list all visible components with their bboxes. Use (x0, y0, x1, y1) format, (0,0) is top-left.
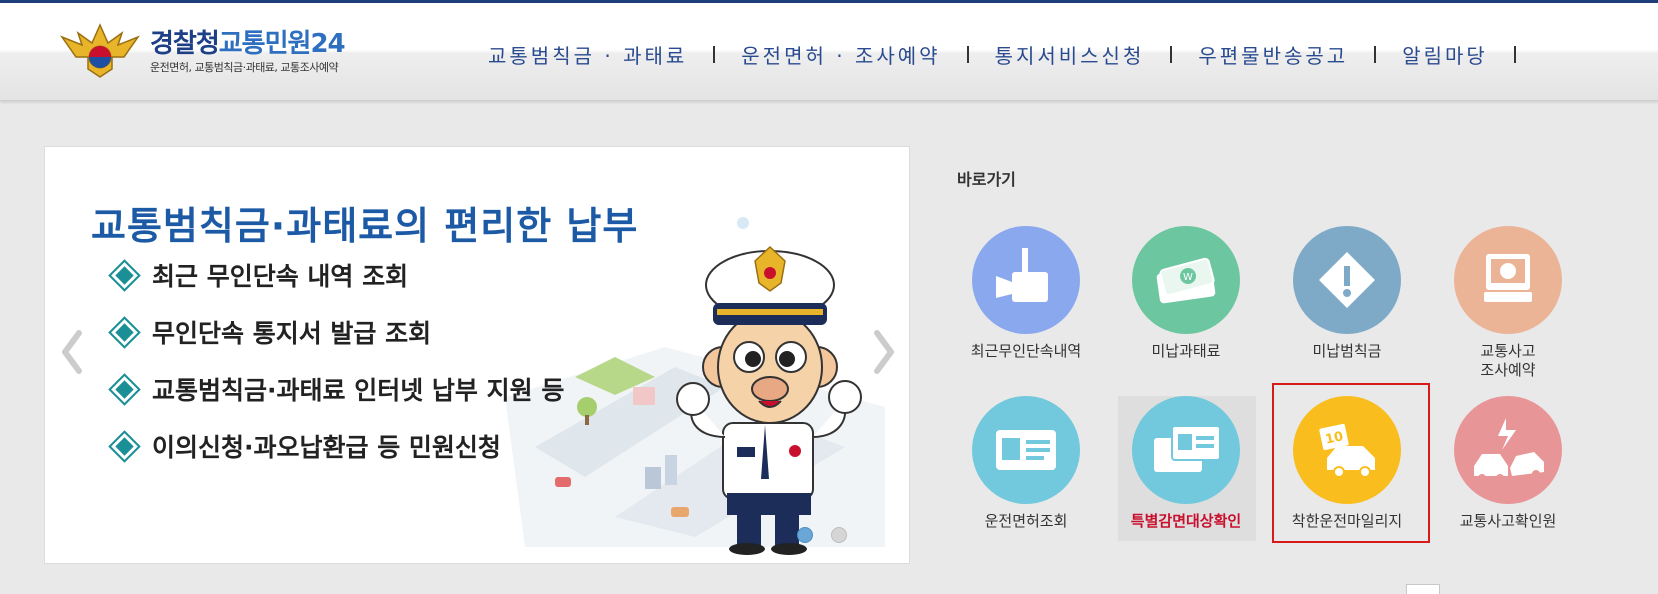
camera-icon (972, 226, 1080, 334)
quick-item-special-reduction[interactable]: 특별감면대상확인 (1111, 396, 1261, 531)
nav-license-reservation[interactable]: 운전면허 · 조사예약 (741, 40, 966, 69)
quick-item-label: 미납과태료 (1151, 342, 1221, 360)
nav-divider (966, 45, 969, 63)
nav-divider (1170, 45, 1173, 63)
police-emblem-icon (59, 23, 141, 78)
warning-icon (1293, 226, 1401, 334)
main-banner-slider: 교통범칙금·과태료의 편리한 납부 최근 무인단속 내역 조회 무인단속 통지서… (44, 146, 910, 564)
nav-notice[interactable]: 알림마당 (1402, 40, 1514, 69)
diamond-bullet-icon (108, 372, 141, 406)
banner-bullet: 교통범칙금·과태료 인터넷 납부 지원 등 (108, 371, 564, 407)
diamond-bullet-icon (108, 429, 141, 463)
banner-bullet: 무인단속 통지서 발급 조회 (108, 314, 431, 350)
quick-item-label: 교통사고확인원 (1459, 512, 1557, 530)
money-icon: W (1132, 226, 1240, 334)
quick-item-accident-reservation[interactable]: 교통사고 조사예약 (1433, 226, 1583, 380)
quick-item-recent-enforcement[interactable]: 최근무인단속내역 (951, 226, 1101, 361)
nav-divider (1374, 45, 1377, 63)
logo-title: 경찰청교통민원24 (150, 29, 346, 59)
banner-bullet: 최근 무인단속 내역 조회 (108, 257, 408, 293)
banner-title: 교통범칙금·과태료의 편리한 납부 (91, 204, 639, 248)
diamond-bullet-icon (108, 315, 141, 349)
banner-bullet: 이의신청·과오납환급 등 민원신청 (108, 428, 501, 464)
car-crash-icon (1454, 396, 1562, 504)
quick-item-label: 최근무인단속내역 (970, 342, 1082, 360)
quick-item-unpaid-fines[interactable]: W 미납과태료 (1111, 226, 1261, 361)
slider-pagination (797, 527, 847, 543)
quick-item-license-check[interactable]: 운전면허조회 (951, 396, 1101, 531)
quick-item-label: 교통사고 조사예약 (1480, 342, 1536, 379)
nav-divider (1513, 45, 1516, 63)
chevron-right-icon[interactable] (869, 327, 899, 377)
monitor-icon (1454, 226, 1562, 334)
highlight-box (1272, 383, 1430, 543)
nav-divider (713, 45, 716, 63)
diamond-bullet-icon (108, 258, 141, 292)
nav-mail-return[interactable]: 우편물반송공고 (1198, 40, 1374, 69)
slider-dot-2[interactable] (831, 527, 847, 543)
svg-text:W: W (1183, 272, 1193, 283)
nav-fines[interactable]: 교통범칙금 · 과태료 (488, 40, 713, 69)
quick-item-label: 특별감면대상확인 (1130, 512, 1242, 530)
main-navigation: 교통범칙금 · 과태료 운전면허 · 조사예약 통지서비스신청 우편물반송공고 … (488, 39, 1542, 69)
nav-notification-service[interactable]: 통지서비스신청 (995, 40, 1171, 69)
logo-subtitle: 운전면허, 교통범칙금·과태료, 교통조사예약 (150, 61, 339, 74)
cards-icon (1132, 396, 1240, 504)
quick-item-accident-certificate[interactable]: 교통사고확인원 (1433, 396, 1583, 531)
quick-item-label: 운전면허조회 (984, 512, 1068, 530)
slider-dot-1[interactable] (797, 527, 813, 543)
quick-links-title: 바로가기 (957, 170, 1016, 189)
license-card-icon (972, 396, 1080, 504)
quick-item-label: 미납범칙금 (1312, 342, 1382, 360)
site-header: 경찰청교통민원24 운전면허, 교통범칙금·과태료, 교통조사예약 교통범칙금 … (0, 3, 1658, 101)
quick-item-unpaid-penalty[interactable]: 미납범칙금 (1272, 226, 1422, 361)
chevron-left-icon[interactable] (57, 327, 87, 377)
site-logo[interactable]: 경찰청교통민원24 운전면허, 교통범칙금·과태료, 교통조사예약 (58, 23, 398, 81)
